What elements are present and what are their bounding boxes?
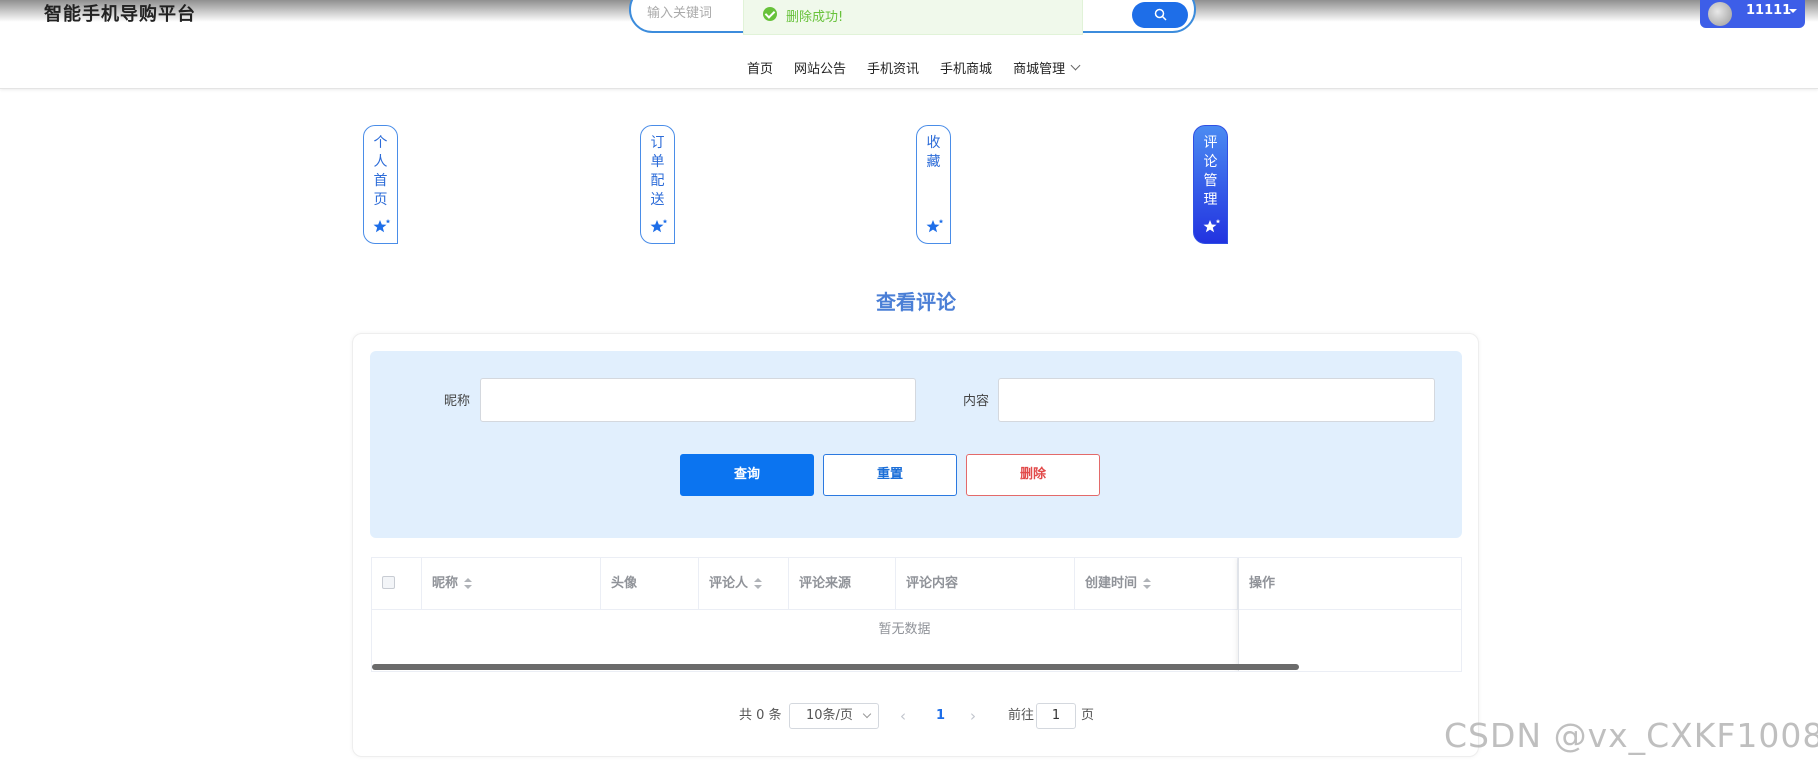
nav-item-mall[interactable]: 手机商城 <box>940 58 992 77</box>
search-icon <box>1154 8 1167 21</box>
user-menu[interactable]: 11111 <box>1700 0 1805 28</box>
column-label: 头像 <box>611 576 638 591</box>
nav-item-mall-management[interactable]: 商城管理 <box>1013 58 1081 77</box>
goto-suffix: 页 <box>1081 708 1095 723</box>
toast-message: 删除成功! <box>786 10 844 25</box>
page-size-select[interactable]: 10条/页 <box>789 703 879 729</box>
query-button[interactable]: 查询 <box>680 454 814 496</box>
page-title: 查看评论 <box>876 290 956 314</box>
check-circle-icon <box>763 7 777 21</box>
tab-label: 收 藏 <box>926 135 941 170</box>
column-label: 评论来源 <box>799 576 852 591</box>
prev-page-button[interactable]: ‹ <box>900 703 906 729</box>
tab-label: 评 论 管 理 <box>1203 135 1218 208</box>
tab-label: 订 单 配 送 <box>650 135 665 208</box>
caret-down-icon <box>1789 9 1797 13</box>
user-name: 11111 <box>1746 3 1792 18</box>
star-icon <box>650 219 668 233</box>
fixed-operations-column: 操作 <box>1238 558 1461 671</box>
nav-item-home[interactable]: 首页 <box>747 58 773 77</box>
chevron-down-icon <box>1070 60 1081 70</box>
nav-item-announcement[interactable]: 网站公告 <box>794 58 846 77</box>
tab-favorites[interactable]: 收 藏 <box>916 125 951 244</box>
tab-order-delivery[interactable]: 订 单 配 送 <box>640 125 675 244</box>
next-page-button[interactable]: › <box>970 703 976 729</box>
page-number-current[interactable]: 1 <box>936 703 945 729</box>
nickname-input[interactable] <box>480 378 916 422</box>
sort-icon[interactable] <box>754 577 763 590</box>
search-button[interactable] <box>1132 2 1188 28</box>
select-all-checkbox[interactable] <box>382 576 395 589</box>
main-nav: 首页 网站公告 手机资讯 手机商城 商城管理 <box>747 58 1100 77</box>
column-header-nickname[interactable]: 昵称 <box>422 558 601 610</box>
star-icon <box>1203 219 1221 233</box>
watermark: CSDN @vx_CXKF10088 <box>1444 716 1818 755</box>
pagination-total: 共 0 条 <box>739 708 782 723</box>
tab-label: 个 人 首 页 <box>373 135 388 208</box>
column-label: 评论内容 <box>906 576 959 591</box>
tab-comment-management[interactable]: 评 论 管 理 <box>1193 125 1228 244</box>
star-icon <box>373 219 391 233</box>
column-header-avatar: 头像 <box>601 558 699 610</box>
page-size-value: 10条/页 <box>806 708 853 723</box>
page: 智能手机导购平台 删除成功! 11111 首页 网站公告 手机资讯 手机商城 商… <box>0 0 1818 769</box>
column-label: 创建时间 <box>1085 576 1138 591</box>
sort-icon[interactable] <box>1143 577 1152 590</box>
site-title: 智能手机导购平台 <box>44 4 196 25</box>
goto-page-input[interactable]: 1 <box>1036 703 1076 729</box>
horizontal-scrollbar[interactable] <box>372 664 1299 670</box>
chevron-down-icon <box>862 709 872 719</box>
reset-button[interactable]: 重置 <box>823 454 957 496</box>
nav-item-label: 商城管理 <box>1013 62 1066 77</box>
column-header-created-time[interactable]: 创建时间 <box>1075 558 1238 610</box>
content-label: 内容 <box>963 394 990 409</box>
select-all-cell <box>372 558 422 610</box>
content-input[interactable] <box>998 378 1435 422</box>
goto-label: 前往 <box>1008 708 1035 723</box>
column-header-operations: 操作 <box>1239 558 1461 610</box>
delete-button[interactable]: 删除 <box>966 454 1100 496</box>
sort-icon[interactable] <box>464 577 473 590</box>
star-icon <box>926 219 944 233</box>
nav-item-news[interactable]: 手机资讯 <box>867 58 919 77</box>
comments-table: 昵称 头像 评论人 评论来源 评论内容 创建时间 暂无数据 操作 <box>371 557 1462 672</box>
column-header-commenter[interactable]: 评论人 <box>699 558 789 610</box>
nickname-label: 昵称 <box>444 394 471 409</box>
column-label: 昵称 <box>432 576 459 591</box>
avatar <box>1708 2 1732 26</box>
column-header-content: 评论内容 <box>896 558 1075 610</box>
success-toast: 删除成功! <box>743 0 1083 35</box>
header: 智能手机导购平台 删除成功! 11111 首页 网站公告 手机资讯 手机商城 商… <box>0 0 1818 89</box>
column-label: 评论人 <box>709 576 749 591</box>
column-header-source: 评论来源 <box>789 558 896 610</box>
tab-personal-home[interactable]: 个 人 首 页 <box>363 125 398 244</box>
